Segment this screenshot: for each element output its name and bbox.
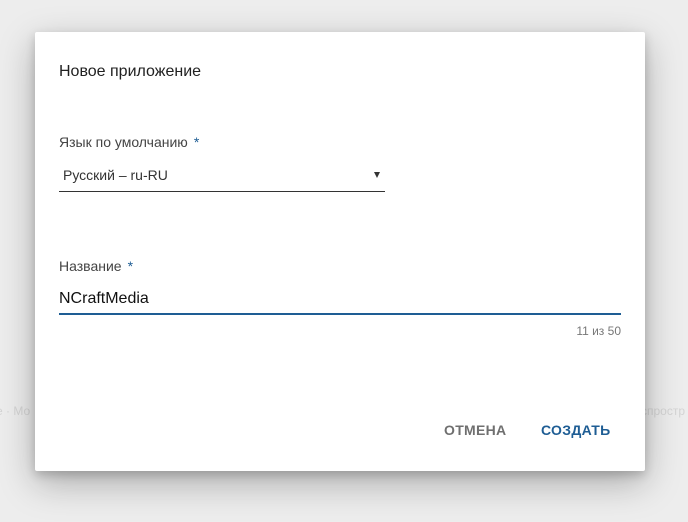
character-counter: 11 из 50	[576, 324, 621, 338]
language-select-value: Русский – ru-RU	[63, 167, 168, 183]
name-field-label: Название *	[59, 258, 133, 274]
required-mark: *	[127, 258, 134, 274]
language-label-text: Язык по умолчанию	[59, 134, 188, 150]
name-input[interactable]	[59, 285, 621, 315]
create-button[interactable]: СОЗДАТЬ	[533, 413, 619, 447]
language-field-label: Язык по умолчанию *	[59, 134, 199, 150]
cancel-button[interactable]: ОТМЕНА	[436, 413, 514, 447]
required-mark: *	[193, 134, 200, 150]
background-text-left: е · Мо	[0, 404, 31, 418]
dialog-title: Новое приложение	[59, 63, 202, 80]
new-app-dialog: Новое приложение Язык по умолчанию * Русс…	[35, 32, 645, 471]
background-text-right: спростр	[641, 404, 686, 418]
chevron-down-icon	[374, 172, 380, 178]
language-select[interactable]: Русский – ru-RU	[59, 162, 385, 192]
name-label-text: Название	[59, 258, 122, 274]
